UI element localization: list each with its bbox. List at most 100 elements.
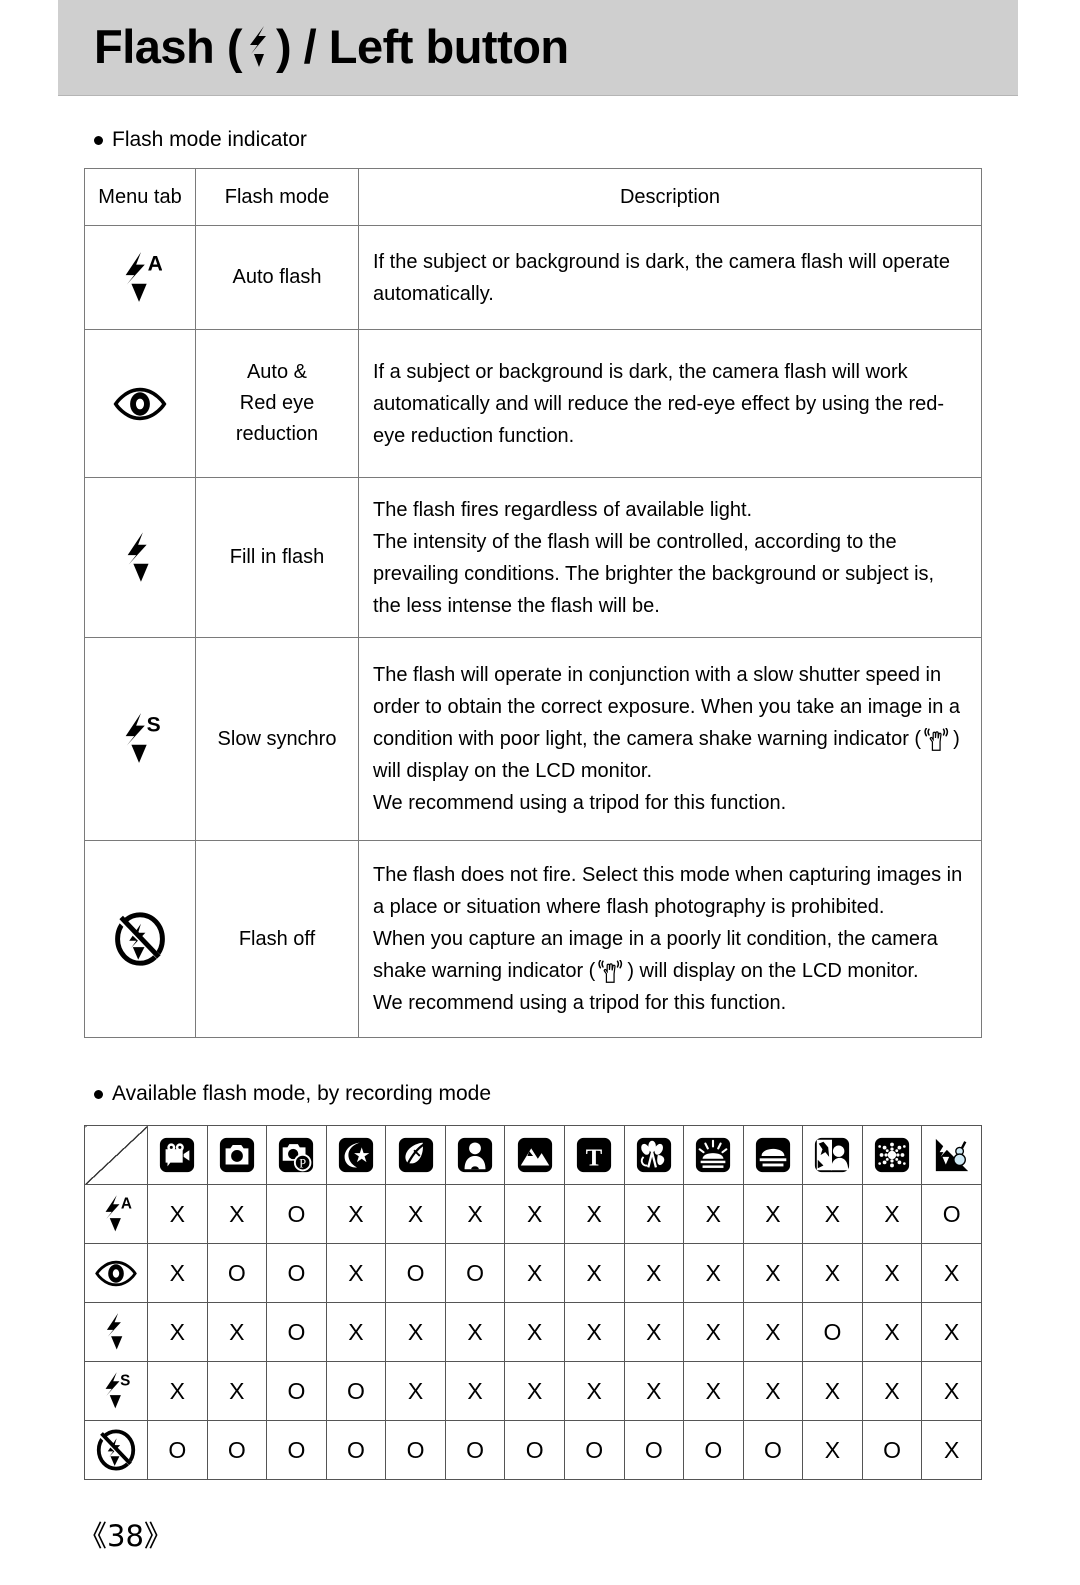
matrix-cell: X	[921, 1361, 982, 1421]
matrix-cell: X	[206, 1302, 268, 1362]
table-row: A Auto flash If the subject or backgroun…	[84, 225, 982, 330]
matrix-cell: X	[325, 1302, 387, 1362]
matrix-cell: X	[861, 1184, 923, 1244]
matrix-cell: O	[266, 1420, 327, 1480]
matrix-cell: O	[623, 1420, 685, 1480]
matrix-cell: O	[325, 1420, 387, 1480]
matrix-cell: X	[444, 1302, 506, 1362]
svg-text:A: A	[121, 1195, 132, 1212]
matrix-header-row: P T	[84, 1125, 982, 1185]
matrix-cell: X	[504, 1361, 565, 1421]
matrix-cell: X	[921, 1420, 982, 1480]
menu-tab-cell	[84, 840, 196, 1038]
description-part-3: ) will display on the LCD monitor.	[627, 960, 919, 982]
fill-in-flash-icon	[121, 529, 159, 587]
flash-row-icon-flash-off	[84, 1420, 148, 1480]
description-part-1: The flash will operate in conjunction wi…	[373, 664, 961, 750]
matrix-cell: O	[385, 1420, 446, 1480]
mode-icon-beach-snow	[921, 1125, 982, 1185]
matrix-cell: X	[563, 1243, 625, 1303]
matrix-cell: O	[921, 1184, 982, 1244]
table-row: Fill in flash The flash fires regardless…	[84, 477, 982, 638]
matrix-cell: X	[504, 1184, 565, 1244]
matrix-cell: X	[802, 1243, 863, 1303]
menu-tab-cell	[84, 477, 196, 638]
mode-icon-portrait	[444, 1125, 506, 1185]
mode-icon-close-up	[623, 1125, 685, 1185]
matrix-cell: X	[385, 1302, 446, 1362]
matrix-cell: X	[861, 1243, 923, 1303]
matrix-cell: X	[921, 1243, 982, 1303]
table-row: Flash off The flash does not fire. Selec…	[84, 840, 982, 1038]
matrix-row: X X O X X X X X X X X O X X	[84, 1302, 982, 1362]
mode-icon-fireworks	[861, 1125, 923, 1185]
matrix-cell: X	[623, 1243, 685, 1303]
flash-row-icon-slow-synchro: S	[84, 1361, 148, 1421]
bullet-dot-icon	[94, 1089, 103, 1099]
matrix-cell: X	[504, 1243, 565, 1303]
matrix-cell: O	[266, 1243, 327, 1303]
flash-mode-indicator-table: Menu tab Flash mode Description A Auto f…	[84, 168, 982, 1038]
matrix-cell: X	[921, 1302, 982, 1362]
column-header-flash-mode: Flash mode	[195, 168, 359, 226]
red-eye-reduction-icon	[112, 386, 168, 422]
matrix-row: O O O O O O O O O O O X O X	[84, 1420, 982, 1480]
matrix-cell: X	[683, 1361, 744, 1421]
svg-text:T: T	[586, 1144, 603, 1171]
mode-icon-text: T	[563, 1125, 625, 1185]
description-cell: The flash does not fire. Select this mod…	[358, 840, 982, 1038]
svg-text:P: P	[300, 1156, 307, 1170]
matrix-cell: O	[206, 1243, 268, 1303]
matrix-cell: O	[325, 1361, 387, 1421]
flash-mode-cell: Auto & Red eye reduction	[195, 329, 359, 478]
svg-text:A: A	[148, 252, 162, 275]
bullet-dot-icon	[94, 135, 103, 145]
flash-bolt-icon	[244, 24, 274, 70]
matrix-cell: O	[147, 1420, 208, 1480]
mode-icon-sports	[385, 1125, 446, 1185]
matrix-cell: O	[266, 1361, 327, 1421]
mode-icon-program: P	[266, 1125, 327, 1185]
mode-icon-night-scene	[325, 1125, 387, 1185]
matrix-cell: X	[385, 1184, 446, 1244]
description-part-3: We recommend using a tripod for this fun…	[373, 792, 787, 814]
page-header-band: Flash ( ) / Left button	[58, 0, 1018, 96]
matrix-cell: X	[802, 1420, 863, 1480]
menu-tab-cell: S	[84, 637, 196, 841]
matrix-cell: O	[504, 1420, 565, 1480]
table-row: Auto & Red eye reduction If a subject or…	[84, 329, 982, 478]
flash-mode-cell: Auto flash	[195, 225, 359, 330]
mode-icon-movie-clip	[147, 1125, 208, 1185]
section-2-heading-label: Available flash mode, by recording mode	[112, 1082, 491, 1105]
matrix-cell: O	[385, 1243, 446, 1303]
matrix-cell: X	[861, 1361, 923, 1421]
mode-icon-landscape	[504, 1125, 565, 1185]
matrix-cell: O	[266, 1184, 327, 1244]
section-2-heading: Available flash mode, by recording mode	[94, 1082, 491, 1106]
column-header-menu-tab: Menu tab	[84, 168, 196, 226]
matrix-cell: X	[147, 1243, 208, 1303]
mode-icon-backlight	[802, 1125, 863, 1185]
matrix-cell: X	[147, 1302, 208, 1362]
description-part-4: We recommend using a tripod for this fun…	[373, 992, 787, 1014]
page-title-before: Flash (	[94, 20, 242, 73]
camera-shake-warning-icon	[598, 960, 624, 984]
menu-tab-cell: A	[84, 225, 196, 330]
column-header-description: Description	[358, 168, 982, 226]
flash-mode-label: Auto & Red eye reduction	[235, 361, 319, 445]
flash-off-icon	[114, 912, 166, 966]
section-1-heading-label: Flash mode indicator	[112, 128, 307, 151]
matrix-cell: X	[802, 1184, 863, 1244]
matrix-cell: O	[444, 1420, 506, 1480]
matrix-cell: O	[683, 1420, 744, 1480]
svg-text:S: S	[120, 1372, 130, 1389]
section-1-heading: Flash mode indicator	[94, 128, 307, 152]
matrix-cell: O	[742, 1420, 804, 1480]
camera-shake-warning-icon	[924, 728, 950, 752]
menu-tab-cell	[84, 329, 196, 478]
svg-text:S: S	[147, 713, 161, 736]
mode-icon-sunrise	[683, 1125, 744, 1185]
matrix-cell: O	[444, 1243, 506, 1303]
flash-row-icon-auto: A	[84, 1184, 148, 1244]
matrix-cell: X	[742, 1302, 804, 1362]
